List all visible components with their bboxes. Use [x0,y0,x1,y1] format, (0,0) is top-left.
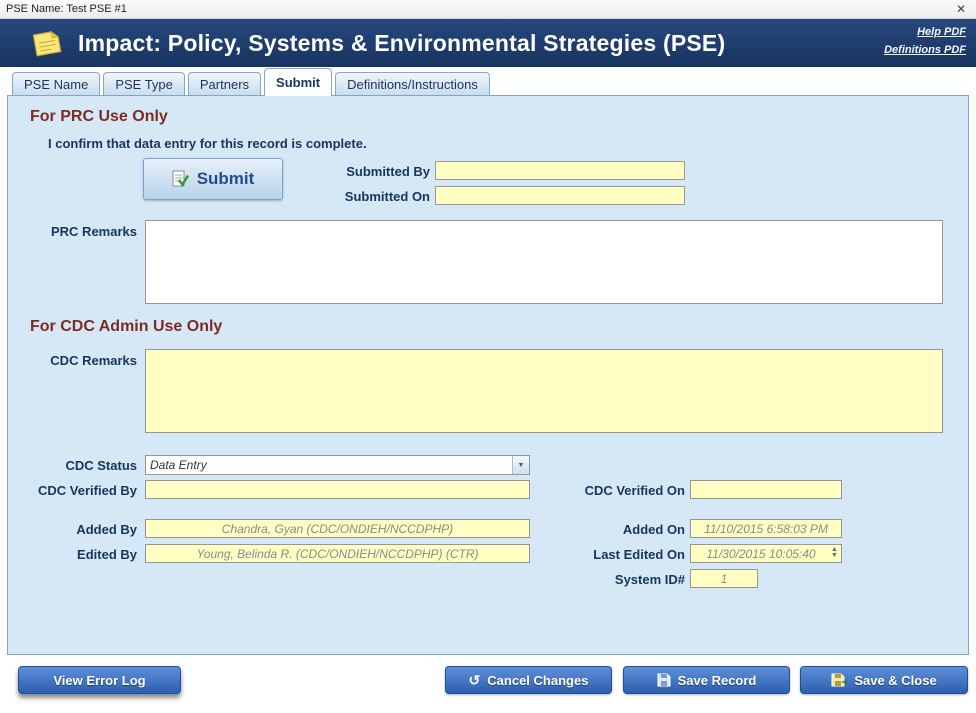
submit-form-icon [172,170,189,188]
save-close-icon [831,673,847,687]
cdc-verified-by-field[interactable] [145,480,530,499]
window-title: PSE Name: Test PSE #1 [6,3,952,15]
submit-button-label: Submit [197,169,255,189]
tab-pse-type[interactable]: PSE Type [103,72,185,96]
cdc-status-dropdown[interactable]: Data Entry ▼ [145,455,530,475]
edited-by-label: Edited By [8,547,137,562]
last-edited-on-field [690,544,842,563]
tab-partners[interactable]: Partners [188,72,261,96]
undo-icon: ↺ [469,673,481,687]
save-close-label: Save & Close [854,673,936,688]
prc-confirm-text: I confirm that data entry for this recor… [48,136,367,151]
prc-remarks-field[interactable] [145,220,943,304]
save-record-button[interactable]: Save Record [623,666,790,694]
edited-by-field [145,544,530,563]
added-by-label: Added By [8,522,137,537]
cdc-verified-on-label: CDC Verified On [553,483,685,498]
definitions-pdf-link[interactable]: Definitions PDF [884,41,966,59]
prc-section-heading: For PRC Use Only [30,108,168,126]
added-on-label: Added On [553,522,685,537]
tab-pse-name[interactable]: PSE Name [12,72,100,96]
last-edited-on-spinner[interactable]: ▲ ▼ [829,545,840,560]
cdc-status-label: CDC Status [8,458,137,473]
app-header: Impact: Policy, Systems & Environmental … [0,19,976,67]
close-icon[interactable]: ✕ [952,2,970,16]
tab-definitions-instructions[interactable]: Definitions/Instructions [335,72,490,96]
view-error-log-button[interactable]: View Error Log [18,666,181,694]
cdc-remarks-field[interactable] [145,349,943,433]
cdc-verified-by-label: CDC Verified By [8,483,137,498]
added-on-field [690,519,842,538]
submit-tab-panel: For PRC Use Only I confirm that data ent… [7,95,969,655]
note-icon [28,28,64,58]
save-record-label: Save Record [678,673,757,688]
submitted-by-label: Submitted By [248,164,430,179]
pse-window: PSE Name: Test PSE #1 ✕ Impact: Policy, … [0,0,976,713]
last-edited-on-label: Last Edited On [553,547,685,562]
view-error-log-label: View Error Log [53,673,145,688]
cdc-section-heading: For CDC Admin Use Only [30,318,222,336]
save-icon [657,673,671,687]
cdc-verified-on-field[interactable] [690,480,842,499]
cdc-remarks-label: CDC Remarks [8,353,137,368]
added-by-field [145,519,530,538]
help-pdf-link[interactable]: Help PDF [884,23,966,41]
tabstrip: PSE Name PSE Type Partners Submit Defini… [12,67,493,96]
prc-remarks-label: PRC Remarks [8,224,137,239]
cancel-changes-button[interactable]: ↺ Cancel Changes [445,666,612,694]
window-titlebar: PSE Name: Test PSE #1 ✕ [0,0,976,19]
page-title: Impact: Policy, Systems & Environmental … [78,30,725,57]
tab-submit[interactable]: Submit [264,68,332,96]
submitted-on-field[interactable] [435,186,685,205]
last-edited-on-wrap: ▲ ▼ [690,544,842,563]
system-id-label: System ID# [553,572,685,587]
cancel-changes-label: Cancel Changes [487,673,588,688]
header-links: Help PDF Definitions PDF [884,23,966,59]
footer-bar: View Error Log ↺ Cancel Changes Save Rec… [0,655,976,713]
cdc-status-value: Data Entry [146,456,512,474]
save-close-button[interactable]: Save & Close [800,666,968,694]
chevron-down-icon[interactable]: ▼ [512,456,529,474]
system-id-field [690,569,758,588]
submitted-on-label: Submitted On [248,189,430,204]
spinner-down-icon[interactable]: ▼ [831,553,838,559]
submitted-by-field[interactable] [435,161,685,180]
